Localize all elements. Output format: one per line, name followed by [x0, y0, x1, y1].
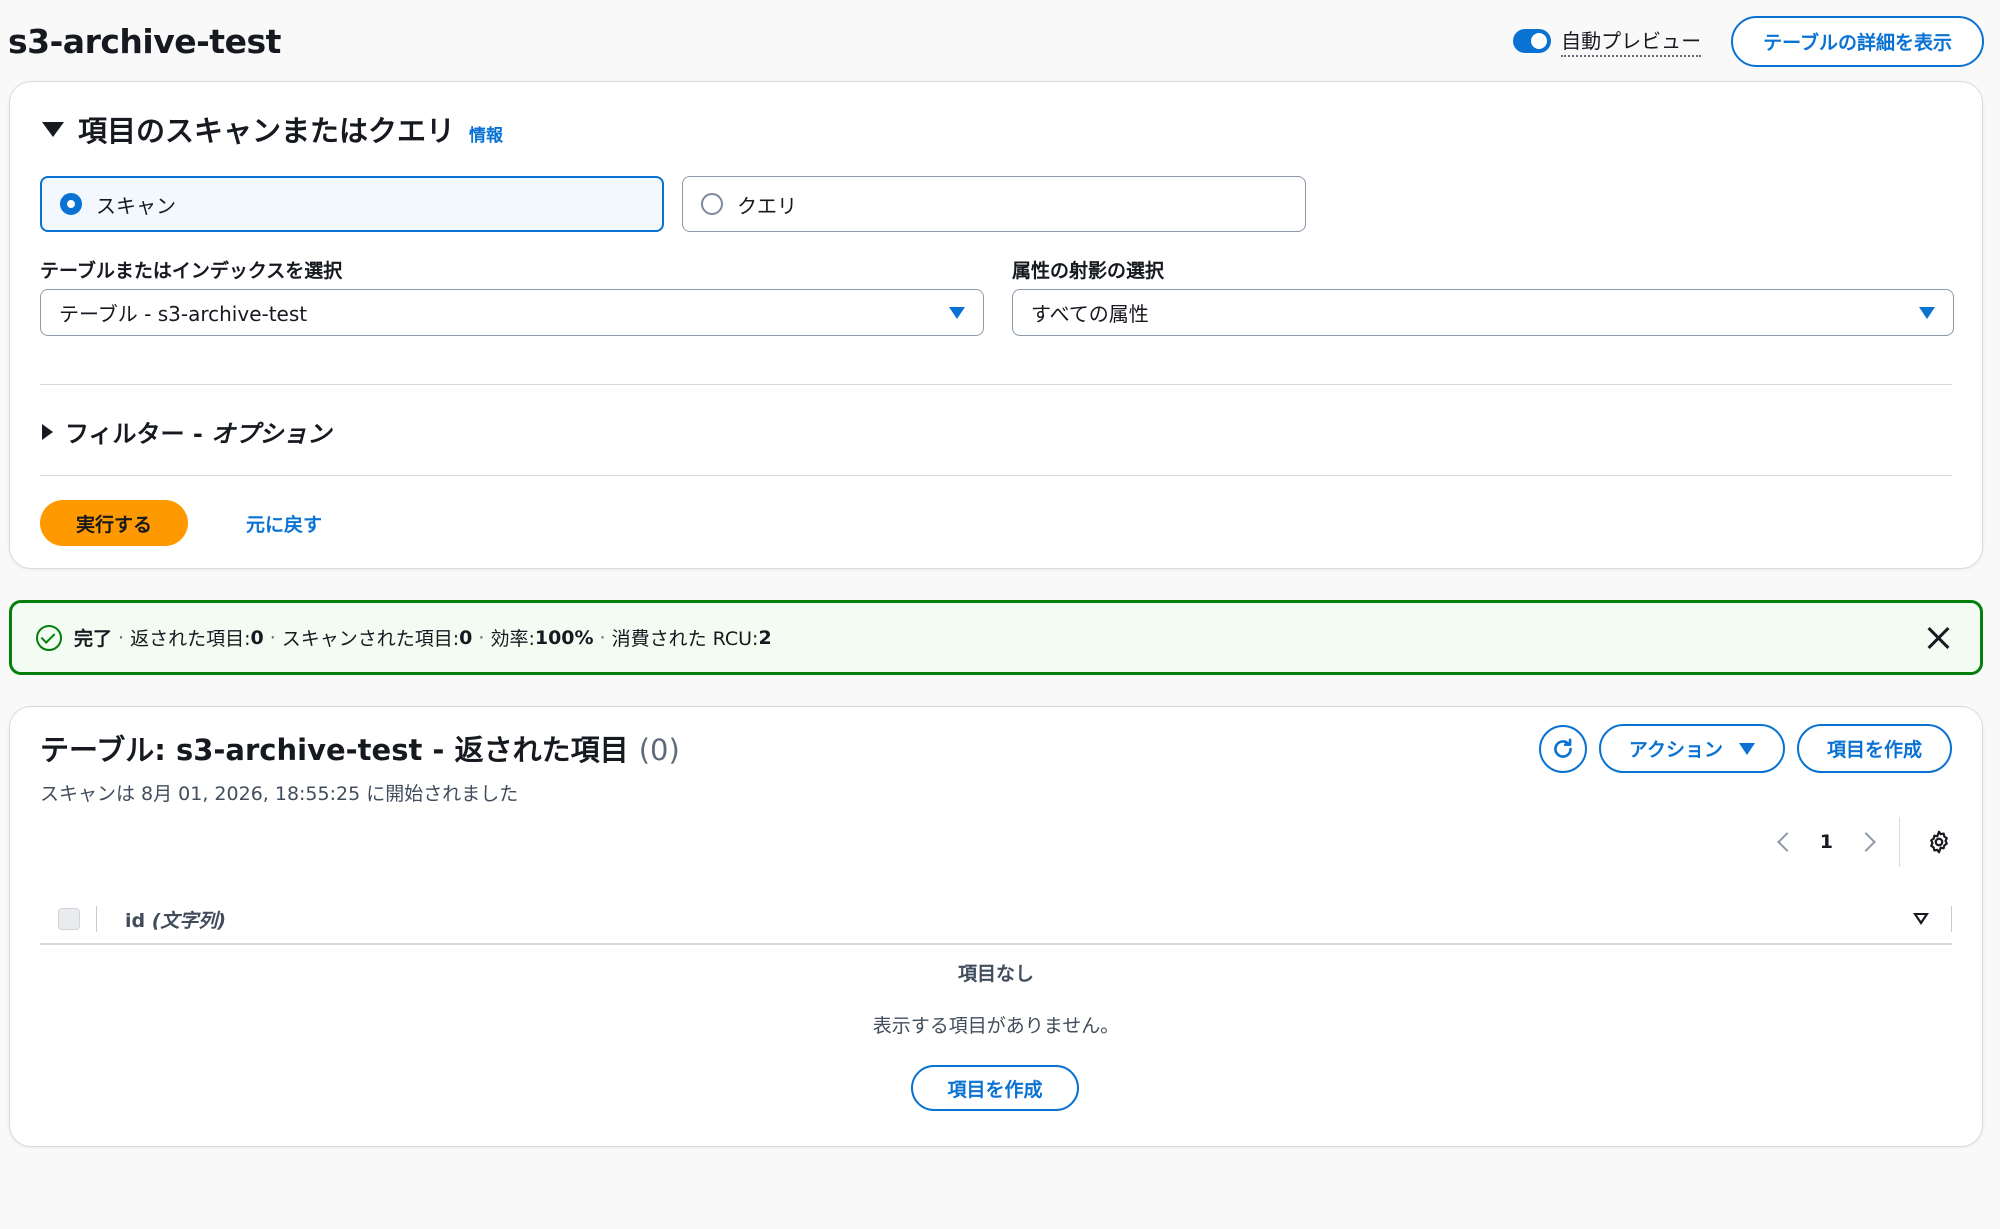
alert-scanned-label: スキャンされた項目: [281, 628, 460, 650]
results-title: テーブル: s3-archive-test - 返された項目 (0) [40, 733, 680, 767]
alert-rcu-value: 2 [758, 626, 772, 649]
close-icon[interactable] [1926, 626, 1950, 650]
empty-state-text: 表示する項目がありません。 [872, 1015, 1120, 1037]
scan-query-header: 項目のスキャンまたはクエリ 情報 [42, 108, 503, 150]
reset-link[interactable]: 元に戻す [246, 510, 322, 537]
table-select-value: テーブル - s3-archive-test [59, 302, 308, 326]
projection-select[interactable]: すべての属性 [1012, 289, 1954, 336]
scan-query-title: 項目のスキャンまたはクエリ [78, 114, 456, 148]
results-panel: テーブル: s3-archive-test - 返された項目 (0) スキャンは… [9, 706, 1983, 1147]
table-select-label: テーブルまたはインデックスを選択 [40, 260, 343, 282]
projection-select-label: 属性の射影の選択 [1012, 260, 1165, 282]
divider [40, 475, 1952, 476]
header-actions: 自動プレビュー テーブルの詳細を表示 [1513, 15, 1984, 67]
scan-query-panel: 項目のスキャンまたはクエリ 情報 スキャン クエリ テーブルまたはインデックスを… [9, 81, 1983, 569]
refresh-icon [1554, 737, 1572, 758]
actions-dropdown-button[interactable]: アクション [1598, 724, 1785, 773]
column-header-id[interactable]: id (文字列) [125, 906, 226, 933]
auto-preview-toggle[interactable] [1513, 29, 1552, 53]
chevron-down-icon [1919, 306, 1935, 319]
refresh-button[interactable] [1538, 724, 1587, 773]
create-item-button[interactable]: 項目を作成 [1796, 724, 1952, 773]
results-actions: アクション 項目を作成 [1538, 724, 1952, 773]
page-header: s3-archive-test 自動プレビュー テーブルの詳細を表示 [8, 10, 1984, 72]
filter-expander[interactable]: フィルター - オプション [42, 414, 331, 449]
previous-page-icon[interactable] [1776, 832, 1797, 852]
caret-right-icon [42, 423, 53, 440]
query-radio-tile[interactable]: クエリ [682, 176, 1306, 232]
auto-preview-toggle-group: 自動プレビュー [1513, 25, 1702, 57]
alert-rcu-label: 消費された RCU: [611, 628, 759, 650]
info-link[interactable]: 情報 [469, 121, 503, 146]
alert-efficiency-label: 効率: [490, 628, 535, 650]
alert-status: 完了 [74, 628, 113, 650]
chevron-down-icon [949, 306, 965, 319]
run-button[interactable]: 実行する [40, 500, 188, 546]
collapse-caret-icon[interactable] [42, 121, 64, 137]
table-header: id (文字列) [40, 895, 1952, 945]
success-alert: 完了 · 返された項目: 0 · スキャンされた項目: 0 · 効率: 100%… [9, 600, 1983, 675]
gear-icon[interactable] [1926, 829, 1952, 855]
page-number[interactable]: 1 [1820, 831, 1833, 853]
divider [1899, 817, 1900, 867]
results-count: (0) [638, 733, 680, 767]
scan-radio-label: スキャン [96, 193, 176, 218]
page: s3-archive-test 自動プレビュー テーブルの詳細を表示 項目のスキ… [0, 0, 2000, 1229]
divider [96, 906, 97, 932]
scan-radio-tile[interactable]: スキャン [40, 176, 664, 232]
query-radio-icon[interactable] [701, 193, 723, 215]
scan-started-text: スキャンは 8月 01, 2026, 18:55:25 に開始されました [40, 783, 519, 805]
scan-radio-icon[interactable] [60, 193, 82, 215]
auto-preview-label: 自動プレビュー [1561, 25, 1702, 57]
alert-scanned-value: 0 [459, 626, 473, 649]
empty-create-item-button[interactable]: 項目を作成 [911, 1065, 1079, 1111]
projection-select-value: すべての属性 [1031, 302, 1149, 326]
filter-label: フィルター - オプション [65, 420, 332, 448]
view-table-details-button[interactable]: テーブルの詳細を表示 [1731, 15, 1984, 67]
column-resizer[interactable] [1951, 906, 1952, 932]
next-page-icon[interactable] [1856, 832, 1876, 852]
pagination: 1 [1776, 817, 1952, 867]
divider [40, 384, 1952, 385]
query-radio-label: クエリ [737, 193, 797, 218]
empty-state-title: 項目なし [957, 963, 1034, 985]
table-index-select[interactable]: テーブル - s3-archive-test [40, 289, 984, 336]
alert-efficiency-value: 100% [534, 626, 594, 649]
alert-returned-label: 返された項目: [130, 628, 251, 650]
alert-returned-value: 0 [250, 626, 264, 649]
check-circle-icon [36, 624, 62, 651]
select-all-checkbox[interactable] [58, 908, 80, 930]
page-title: s3-archive-test [8, 21, 281, 61]
sort-icon[interactable] [1913, 913, 1929, 925]
chevron-down-icon [1738, 742, 1755, 755]
